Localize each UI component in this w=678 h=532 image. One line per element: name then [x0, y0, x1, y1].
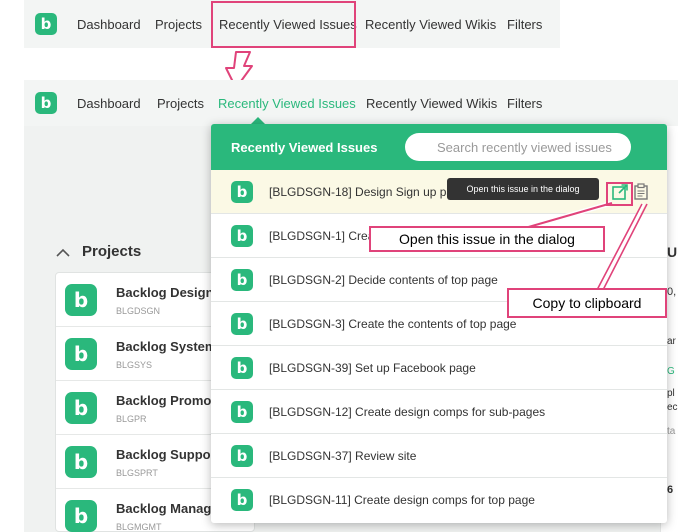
copy-to-clipboard-callout: Copy to clipboard	[507, 288, 667, 318]
annotation-lines	[524, 182, 648, 291]
open-in-dialog-callout: Open this issue in the dialog	[369, 226, 605, 252]
